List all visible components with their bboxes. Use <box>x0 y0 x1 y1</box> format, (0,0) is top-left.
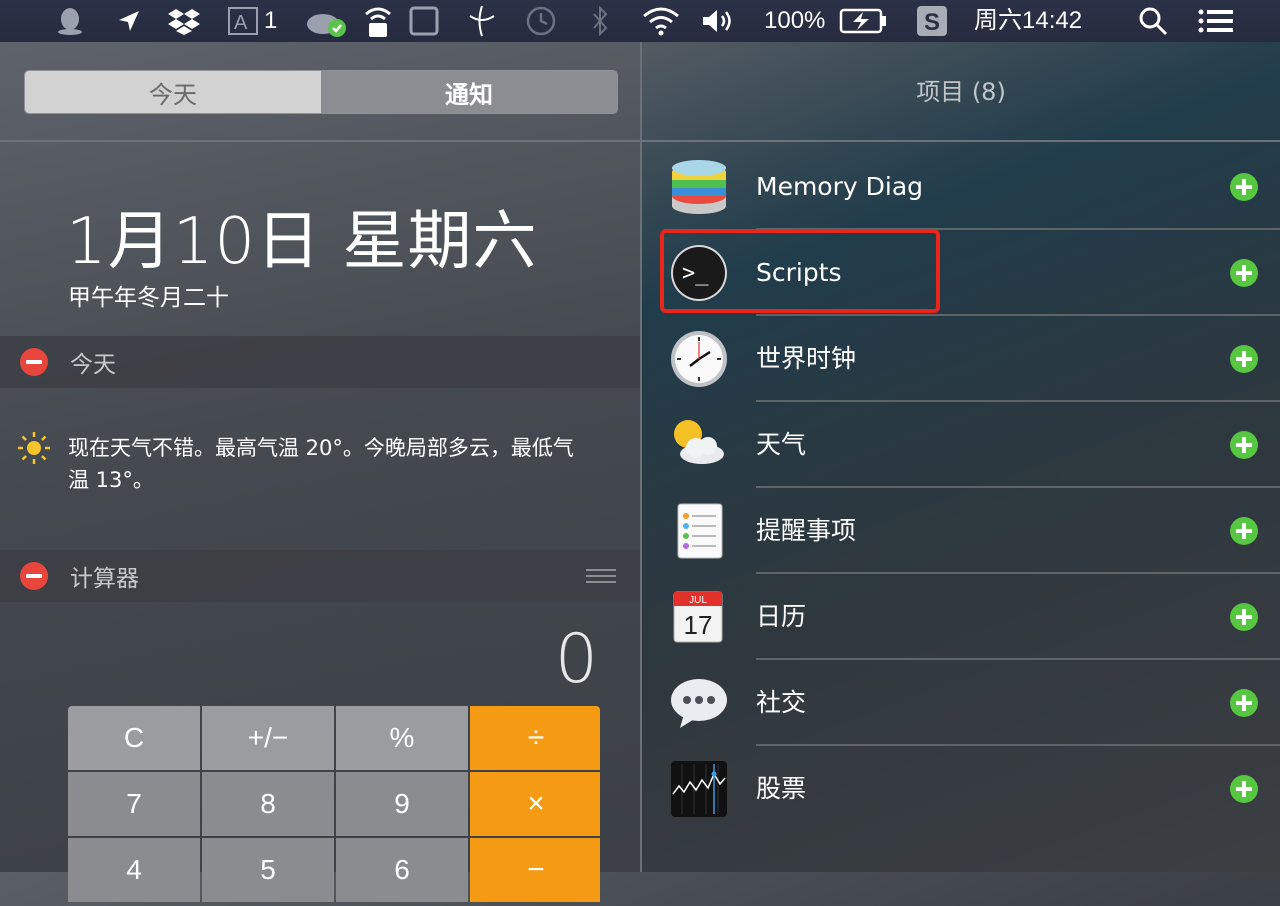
battery-charging-icon[interactable] <box>838 0 888 42</box>
divide-key[interactable]: ÷ <box>470 706 600 770</box>
volume-icon[interactable] <box>700 0 738 42</box>
digit-7-key[interactable]: 7 <box>68 772 200 836</box>
percent-key[interactable]: % <box>336 706 468 770</box>
screen-icon[interactable] <box>406 0 442 42</box>
clear-key[interactable]: C <box>68 706 200 770</box>
today-section-header: 今天 <box>0 336 640 388</box>
add-social-button[interactable] <box>1230 689 1258 717</box>
lunar-date: 甲午年冬月二十 <box>68 285 229 311</box>
notification-center-icon[interactable] <box>1196 0 1236 42</box>
location-arrow-icon[interactable] <box>114 0 144 42</box>
remove-today-button[interactable] <box>20 348 48 376</box>
add-stocks-button[interactable] <box>1230 775 1258 803</box>
calendar-day-text: 17 <box>684 610 713 640</box>
widget-label: 社交 <box>756 688 807 717</box>
widget-item-social[interactable]: 社交 <box>642 660 1280 746</box>
calculator-display: 0 <box>554 620 598 699</box>
widget-label: 股票 <box>756 774 807 803</box>
digit-4-key[interactable]: 4 <box>68 838 200 902</box>
drag-handle-icon[interactable] <box>586 565 616 587</box>
calculator-section-header: 计算器 <box>0 550 640 602</box>
items-title: 项目 (8) <box>916 78 1006 106</box>
wifi-lock-icon[interactable] <box>362 0 394 42</box>
tab-today[interactable]: 今天 <box>25 71 321 113</box>
weather-icon <box>670 416 728 474</box>
cloud-sync-icon[interactable] <box>302 0 350 42</box>
divider <box>0 140 640 142</box>
adobe-icon[interactable]: A <box>226 0 260 42</box>
divider <box>642 140 1280 142</box>
s-app-icon[interactable]: S <box>914 0 950 42</box>
widget-label: Memory Diag <box>756 172 924 201</box>
adobe-count: 1 <box>264 7 278 34</box>
section-title: 今天 <box>70 352 116 378</box>
widget-label: 世界时钟 <box>756 344 857 373</box>
widget-item-reminders[interactable]: 提醒事项 <box>642 488 1280 574</box>
widget-item-calendar[interactable]: JUL 17 日历 <box>642 574 1280 660</box>
weather-summary: 现在天气不错。最高气温 20°。今晚局部多云，最低气温 13°。 <box>68 436 574 492</box>
finder-icon[interactable] <box>464 0 500 42</box>
menubar-clock[interactable]: 周六14:42 <box>974 0 1082 42</box>
battery-percent: 100% <box>764 7 826 34</box>
social-icon <box>670 674 728 732</box>
digit-6-key[interactable]: 6 <box>336 838 468 902</box>
add-weather-button[interactable] <box>1230 431 1258 459</box>
widget-item-weather[interactable]: 天气 <box>642 402 1280 488</box>
multiply-key[interactable]: × <box>470 772 600 836</box>
digit-9-key[interactable]: 9 <box>336 772 468 836</box>
remove-calculator-button[interactable] <box>20 562 48 590</box>
widget-item-memory-diag[interactable]: Memory Diag <box>642 144 1280 230</box>
scripts-highlight-box <box>660 229 940 313</box>
wifi-icon[interactable] <box>640 0 682 42</box>
calendar-month-text: JUL <box>689 595 707 606</box>
add-scripts-button[interactable] <box>1230 259 1258 287</box>
section-title: 计算器 <box>70 566 139 592</box>
digit-5-key[interactable]: 5 <box>202 838 334 902</box>
stocks-icon <box>670 760 728 818</box>
reminders-icon <box>670 502 728 560</box>
qq-icon[interactable] <box>52 0 88 42</box>
items-panel: 项目 (8) Memory Diag >_ Scripts 世界时钟 天气 提醒… <box>642 42 1280 872</box>
svg-text:S: S <box>924 9 940 36</box>
add-world-clock-button[interactable] <box>1230 345 1258 373</box>
widget-item-world-clock[interactable]: 世界时钟 <box>642 316 1280 402</box>
bluetooth-icon[interactable] <box>586 0 614 42</box>
date-heading: 1月10日 星期六 <box>66 205 538 279</box>
tab-notifications[interactable]: 通知 <box>321 71 617 113</box>
svg-text:A: A <box>234 12 248 34</box>
spotlight-icon[interactable] <box>1136 0 1170 42</box>
view-switcher: 今天 通知 <box>24 70 618 114</box>
clock-icon <box>670 330 728 388</box>
subtract-key[interactable]: − <box>470 838 600 902</box>
memory-diag-icon <box>670 158 728 216</box>
widget-label: 天气 <box>756 430 807 459</box>
widget-label: 提醒事项 <box>756 516 857 545</box>
menu-bar: A 1 100% S 周六14:42 <box>0 0 1280 42</box>
calendar-icon: JUL 17 <box>670 588 728 646</box>
sun-icon <box>16 430 52 466</box>
time-machine-icon[interactable] <box>520 0 560 42</box>
calculator-keypad: C +/− % ÷ 7 8 9 × 4 5 6 − <box>68 706 600 906</box>
add-memory-diag-button[interactable] <box>1230 173 1258 201</box>
add-calendar-button[interactable] <box>1230 603 1258 631</box>
digit-8-key[interactable]: 8 <box>202 772 334 836</box>
dropbox-icon[interactable] <box>166 0 202 42</box>
widget-label: 日历 <box>756 602 807 631</box>
add-reminders-button[interactable] <box>1230 517 1258 545</box>
widget-item-stocks[interactable]: 股票 <box>642 746 1280 832</box>
negate-key[interactable]: +/− <box>202 706 334 770</box>
